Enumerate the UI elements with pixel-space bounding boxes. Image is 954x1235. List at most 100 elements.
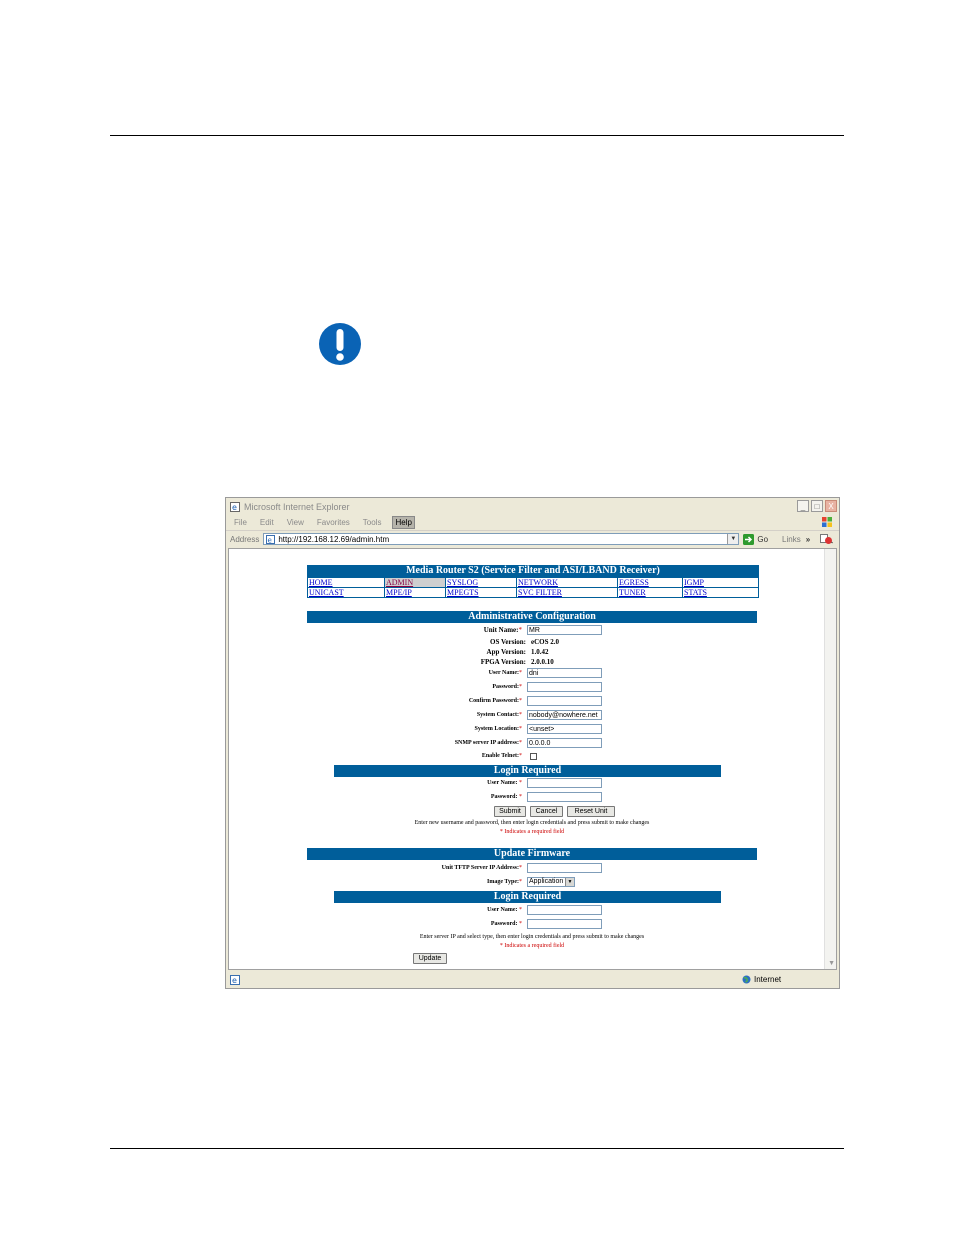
menu-file[interactable]: File [232, 517, 249, 528]
nav-home[interactable]: HOME [309, 578, 333, 587]
address-input[interactable]: e http://192.168.12.69/admin.htm ▼ [263, 533, 740, 545]
login2-password-input[interactable] [527, 919, 602, 929]
chevron-down-icon: ▼ [565, 878, 574, 886]
close-button[interactable]: X [825, 500, 837, 512]
tftp-server-input[interactable] [527, 863, 602, 873]
minimize-button[interactable]: _ [797, 500, 809, 512]
password-label: Password:* [492, 684, 522, 690]
login2-user-label: User Name: * [487, 907, 522, 913]
menu-help[interactable]: Help [392, 516, 415, 529]
system-location-input[interactable]: <unset> [527, 724, 602, 734]
translate-tool-icon[interactable] [820, 533, 834, 545]
address-url: http://192.168.12.69/admin.htm [278, 534, 390, 544]
vertical-scrollbar[interactable]: ▼ [824, 549, 836, 969]
go-label: Go [757, 534, 769, 544]
top-rule [110, 135, 844, 136]
update-button[interactable]: Update [413, 953, 447, 964]
windows-flag-icon [822, 517, 832, 527]
reset-unit-button[interactable]: Reset Unit [567, 806, 615, 817]
password-input[interactable] [527, 682, 602, 692]
login-password-label: Password: * [490, 794, 522, 800]
window-title: Microsoft Internet Explorer [244, 501, 350, 512]
address-label: Address [230, 534, 260, 544]
os-version-label: OS Version: [490, 638, 526, 646]
address-bar: Address e http://192.168.12.69/admin.htm… [226, 531, 839, 547]
nav-igmp[interactable]: IGMP [684, 578, 704, 587]
system-contact-input[interactable]: nobody@nowhere.net [527, 710, 602, 720]
maximize-button[interactable]: □ [811, 500, 823, 512]
status-bar: e Internet [226, 971, 839, 988]
update-firmware-heading: Update Firmware [307, 848, 757, 860]
nav-tuner[interactable]: TUNER [619, 588, 646, 597]
nav-syslog[interactable]: SYSLOG [447, 578, 478, 587]
links-label[interactable]: Links [782, 535, 801, 544]
os-version-value: eCOS 2.0 [531, 638, 559, 646]
important-exclamation-icon [319, 323, 361, 365]
go-button[interactable]: Go [743, 533, 769, 545]
nav-mpegts[interactable]: MPEGTS [447, 588, 479, 597]
user-name-label: User Name:* [488, 670, 522, 676]
title-bar: e Microsoft Internet Explorer _ □ X [226, 498, 839, 515]
enable-telnet-label: Enable Telnet:* [481, 753, 522, 759]
menu-tools[interactable]: Tools [361, 517, 384, 528]
required-field-note-2: * Indicates a required field [499, 943, 565, 949]
page-viewport: Media Router S2 (Service Filter and ASI/… [228, 548, 837, 970]
menu-view[interactable]: View [285, 517, 306, 528]
nav-unicast[interactable]: UNICAST [309, 588, 344, 597]
go-arrow-icon [743, 533, 755, 545]
app-version-value: 1.0.42 [531, 648, 549, 656]
system-contact-label: System Contact:* [476, 712, 522, 718]
login2-password-label: Password: * [490, 921, 522, 927]
tftp-server-label: Unit TFTP Server IP Address:* [441, 865, 522, 871]
unit-name-label: Unit Name:* [483, 626, 522, 634]
app-version-label: App Version: [486, 648, 526, 656]
browser-window: e Microsoft Internet Explorer _ □ X File… [225, 497, 840, 989]
admin-config-heading: Administrative Configuration [307, 611, 757, 623]
nav-stats[interactable]: STATS [684, 588, 707, 597]
menu-favorites[interactable]: Favorites [315, 517, 352, 528]
nav-network[interactable]: NETWORK [518, 578, 558, 587]
page-banner: Media Router S2 (Service Filter and ASI/… [307, 565, 759, 577]
image-type-value: Application [529, 878, 564, 885]
login-user-input[interactable] [527, 778, 602, 788]
confirm-password-input[interactable] [527, 696, 602, 706]
fpga-version-label: FPGA Version: [480, 658, 526, 666]
svg-text:e: e [232, 503, 237, 512]
nav-admin[interactable]: ADMIN [386, 578, 413, 587]
nav-mpe-ip[interactable]: MPE/IP [386, 588, 412, 597]
security-zone-label: Internet [754, 975, 782, 984]
snmp-server-input[interactable]: 0.0.0.0 [527, 738, 602, 748]
confirm-password-label: Confirm Password:* [468, 698, 522, 704]
snmp-server-label: SNMP server IP address:* [454, 740, 522, 746]
user-name-input[interactable]: dni [527, 668, 602, 678]
login-instructions: Enter new username and password, then en… [414, 820, 650, 826]
ie-logo-icon: e [230, 501, 240, 512]
nav-egress[interactable]: EGRESS [619, 578, 649, 587]
nav-table: HOME ADMIN SYSLOG NETWORK EGRESS IGMP UN… [307, 577, 759, 598]
login-required-heading: Login Required [334, 765, 721, 777]
login2-user-input[interactable] [527, 905, 602, 915]
chevron-down-icon[interactable]: ▼ [727, 534, 739, 544]
nav-svc-filter[interactable]: SVC FILTER [518, 588, 562, 597]
unit-name-input[interactable]: MR [527, 625, 602, 635]
menu-edit[interactable]: Edit [258, 517, 276, 528]
enable-telnet-checkbox[interactable] [530, 753, 537, 760]
links-chevron-icon[interactable]: » [806, 535, 810, 544]
image-type-label: Image Type:* [487, 879, 522, 885]
image-type-select[interactable]: Application ▼ [527, 877, 575, 887]
globe-icon [742, 975, 751, 984]
page-icon: e [230, 974, 240, 985]
system-location-label: System Location:* [474, 726, 523, 732]
security-zone: Internet [742, 975, 781, 984]
required-field-note: * Indicates a required field [499, 829, 565, 835]
page-icon: e [266, 534, 276, 544]
submit-button[interactable]: Submit [494, 806, 526, 817]
firmware-instructions: Enter server IP and select type, then en… [419, 934, 645, 940]
scroll-down-icon[interactable]: ▼ [828, 959, 835, 967]
cancel-button[interactable]: Cancel [530, 806, 563, 817]
bottom-rule [110, 1148, 844, 1149]
svg-text:e: e [268, 536, 272, 544]
fpga-version-value: 2.0.0.10 [531, 658, 554, 666]
login-required-heading-2: Login Required [334, 891, 721, 903]
login-password-input[interactable] [527, 792, 602, 802]
